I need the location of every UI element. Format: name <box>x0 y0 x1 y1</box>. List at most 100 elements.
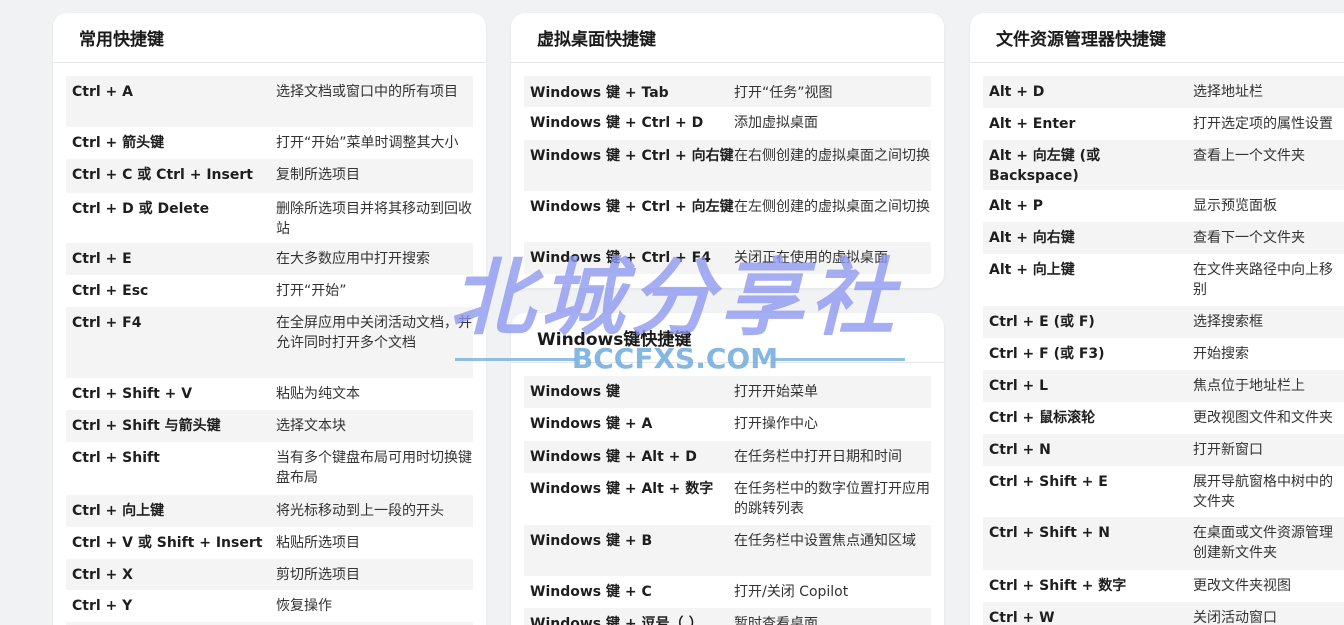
desc-line: 文件夹 <box>1193 494 1235 510</box>
shortcut-desc: 打开/关闭 Copilot <box>734 584 849 600</box>
shortcut-desc: 焦点位于地址栏上 <box>1193 378 1305 394</box>
table-row: Ctrl + L 焦点位于地址栏上 <box>983 370 1344 402</box>
card-common-shortcuts: 常用快捷键 Ctrl + A 选择文档或窗口中的所有项目 Ctrl + 箭头键 … <box>53 13 486 625</box>
shortcut-key: Ctrl + Esc <box>72 283 149 299</box>
shortcut-desc: 暂时查看桌面 <box>734 616 818 625</box>
table-row: Alt + D 选择地址栏 <box>983 76 1344 108</box>
shortcut-desc: 在桌面或文件资源管理 创建新文件夹 <box>1193 523 1344 563</box>
shortcut-key: Ctrl + E (或 F) <box>989 314 1095 330</box>
shortcut-key: Windows 键 + Alt + 数字 <box>530 481 714 497</box>
table-row: Ctrl + Shift + V 粘贴为纯文本 <box>66 378 473 410</box>
card-title: Windows键快捷键 <box>537 330 692 350</box>
table-row: Ctrl + N 打开新窗口 <box>983 434 1344 466</box>
table-row: Alt + 向右键 查看下一个文件夹 <box>983 222 1344 254</box>
table-row: Ctrl + Shift + E 展开导航窗格中树中的 文件夹 <box>983 466 1344 517</box>
shortcut-desc: 恢复操作 <box>276 598 332 614</box>
shortcut-key: Windows 键 + Ctrl + 向右键 <box>530 148 734 164</box>
shortcut-desc: 显示预览面板 <box>1193 198 1277 214</box>
shortcut-desc: 将光标移动到上一段的开头 <box>276 503 444 519</box>
shortcut-key: Ctrl + D 或 Delete <box>72 201 210 217</box>
shortcut-key: Windows 键 + B <box>530 533 653 549</box>
table-row: Ctrl + D 或 Delete 删除所选项目并将其移动到回收站 <box>66 193 473 243</box>
table-row: Alt + 向左键 (或 Backspace) 查看上一个文件夹 <box>983 140 1344 190</box>
shortcut-desc: 关闭正在使用的虚拟桌面 <box>734 250 888 266</box>
card-title: 常用快捷键 <box>79 30 164 50</box>
shortcut-key: Windows 键 + Ctrl + D <box>530 115 704 131</box>
table-row: Windows 键 + C 打开/关闭 Copilot <box>524 576 931 608</box>
table-row: Ctrl + 鼠标滚轮 更改视图文件和文件夹 <box>983 402 1344 434</box>
table-row: Ctrl + C 或 Ctrl + Insert 复制所选项目 <box>66 159 473 193</box>
shortcut-key: Windows 键 + 逗号（,） <box>530 616 703 625</box>
shortcut-desc: 打开开始菜单 <box>734 384 818 400</box>
table-row: Ctrl + Y 恢复操作 <box>66 590 473 622</box>
table-row: Windows 键 + 逗号（,） 暂时查看桌面 <box>524 608 931 625</box>
table-row: Ctrl + E (或 F) 选择搜索框 <box>983 306 1344 338</box>
table-row: Windows 键 + A 打开操作中心 <box>524 408 931 441</box>
desc-line: 创建新文件夹 <box>1193 545 1277 561</box>
card-title: 虚拟桌面快捷键 <box>537 30 656 50</box>
table-row: Ctrl + W 关闭活动窗口 <box>983 602 1344 625</box>
shortcut-desc: 在左侧创建的虚拟桌面之间切换 <box>734 199 930 215</box>
table-row: Ctrl + 箭头键 打开“开始”菜单时调整其大小 <box>66 127 473 159</box>
shortcut-key: Ctrl + F (或 F3) <box>989 346 1105 362</box>
shortcut-desc: 在右侧创建的虚拟桌面之间切换 <box>734 148 930 164</box>
shortcut-desc: 选择搜索框 <box>1193 314 1263 330</box>
shortcut-key: Windows 键 + C <box>530 584 652 600</box>
shortcut-desc: 展开导航窗格中树中的 文件夹 <box>1193 472 1344 512</box>
shortcut-desc: 打开新窗口 <box>1193 442 1263 458</box>
shortcut-desc: 选择文本块 <box>276 418 346 434</box>
shortcut-desc: 添加虚拟桌面 <box>734 115 818 131</box>
desc-line: 别 <box>1193 282 1207 298</box>
shortcut-desc: 粘贴为纯文本 <box>276 386 360 402</box>
shortcut-desc: 关闭活动窗口 <box>1193 610 1277 625</box>
card-header: 虚拟桌面快捷键 <box>511 13 944 63</box>
table-row: Ctrl + 向上键 将光标移动到上一段的开头 <box>66 495 473 527</box>
shortcut-key: Ctrl + W <box>989 610 1055 625</box>
shortcut-key: Ctrl + 鼠标滚轮 <box>989 410 1096 426</box>
shortcut-desc: 粘贴所选项目 <box>276 535 360 551</box>
table-row: Alt + P 显示预览面板 <box>983 190 1344 222</box>
table-row: Windows 键 + Ctrl + D 添加虚拟桌面 <box>524 107 931 140</box>
shortcut-key: Windows 键 + A <box>530 416 653 432</box>
shortcut-key: Windows 键 <box>530 384 620 400</box>
table-row: Ctrl + A 选择文档或窗口中的所有项目 <box>66 76 473 127</box>
table-row: Windows 键 + Tab 打开“任务”视图 <box>524 76 931 107</box>
shortcut-desc: 当有多个键盘布局可用时切换键盘布局 <box>276 450 472 486</box>
shortcut-desc: 剪切所选项目 <box>276 567 360 583</box>
table-row: Ctrl + V 或 Shift + Insert 粘贴所选项目 <box>66 527 473 559</box>
desc-line: 在桌面或文件资源管理 <box>1193 525 1333 541</box>
shortcut-desc: 复制所选项目 <box>276 167 360 183</box>
shortcut-key: Ctrl + V 或 Shift + Insert <box>72 535 263 551</box>
table-row: Windows 键 + Ctrl + 向右键 在右侧创建的虚拟桌面之间切换 <box>524 140 931 191</box>
table-row: Windows 键 + Ctrl + 向左键 在左侧创建的虚拟桌面之间切换 <box>524 191 931 242</box>
desc-line: 在文件夹路径中向上移 <box>1193 262 1333 278</box>
shortcut-desc: 在大多数应用中打开搜索 <box>276 251 430 267</box>
shortcut-desc: 更改视图文件和文件夹 <box>1193 410 1333 426</box>
table-row: Ctrl + Shift + N 在桌面或文件资源管理 创建新文件夹 <box>983 517 1344 570</box>
shortcut-key: Ctrl + Shift + V <box>72 386 193 402</box>
shortcut-key: Alt + P <box>989 198 1044 214</box>
shortcut-key: Ctrl + L <box>989 378 1049 394</box>
shortcut-key: Ctrl + F4 <box>72 315 142 331</box>
shortcut-table: Windows 键 + Tab 打开“任务”视图 Windows 键 + Ctr… <box>524 76 931 274</box>
shortcut-key: Ctrl + X <box>72 567 133 583</box>
shortcut-desc: 在任务栏中的数字位置打开应用的跳转列表 <box>734 481 930 517</box>
table-row: Windows 键 + B 在任务栏中设置焦点通知区域 <box>524 525 931 576</box>
shortcut-key: Ctrl + Shift + N <box>989 525 1110 541</box>
table-row: Ctrl + Shift 当有多个键盘布局可用时切换键盘布局 <box>66 442 473 495</box>
table-row: Ctrl + F (或 F3) 开始搜索 <box>983 338 1344 370</box>
shortcut-desc: 查看下一个文件夹 <box>1193 230 1305 246</box>
shortcut-key: Windows 键 + Alt + D <box>530 449 697 465</box>
shortcut-table: Windows 键 打开开始菜单 Windows 键 + A 打开操作中心 Wi… <box>524 376 931 625</box>
shortcut-key: Alt + Enter <box>989 116 1076 132</box>
shortcut-desc: 打开“开始” <box>276 283 347 299</box>
table-row: Ctrl + Esc 打开“开始” <box>66 275 473 307</box>
shortcut-key: Ctrl + E <box>72 251 132 267</box>
shortcut-desc: 在任务栏中设置焦点通知区域 <box>734 533 916 549</box>
shortcut-key: Windows 键 + Ctrl + F4 <box>530 250 711 266</box>
shortcut-key: Ctrl + Shift 与箭头键 <box>72 418 221 434</box>
table-row: Windows 键 + Ctrl + F4 关闭正在使用的虚拟桌面 <box>524 242 931 274</box>
table-row: Ctrl + Shift + 数字 更改文件夹视图 <box>983 570 1344 602</box>
shortcut-desc: 打开“任务”视图 <box>734 85 833 101</box>
shortcut-desc: 查看上一个文件夹 <box>1193 148 1305 164</box>
